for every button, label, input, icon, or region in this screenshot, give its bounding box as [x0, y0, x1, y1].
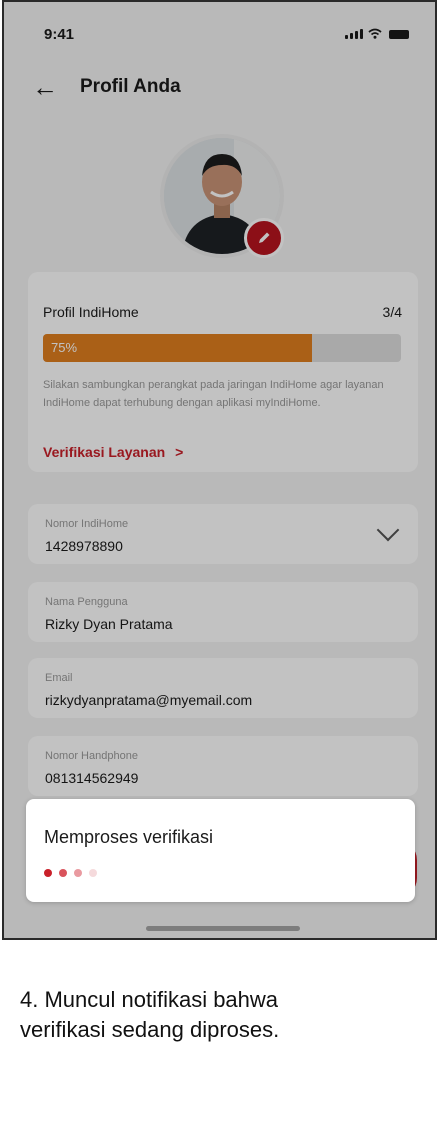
dim-overlay — [4, 2, 435, 938]
toast-message: Memproses verifikasi — [44, 827, 214, 847]
caption-line-1: 4. Muncul notifikasi bahwa — [20, 987, 279, 1012]
home-indicator — [146, 926, 300, 931]
loading-dots — [44, 869, 97, 877]
loading-dot — [44, 869, 52, 877]
caption: 4. Muncul notifikasi bahwa verifikasi se… — [20, 985, 420, 1045]
phone-screen: 9:41 ← Profil Anda Profil IndiHome 3/4 7… — [2, 0, 437, 940]
loading-dot — [89, 869, 97, 877]
loading-dot — [74, 869, 82, 877]
processing-toast: Memproses verifikasi — [26, 799, 415, 902]
caption-line-2: verifikasi sedang diproses. — [20, 1017, 280, 1042]
loading-dot — [59, 869, 67, 877]
